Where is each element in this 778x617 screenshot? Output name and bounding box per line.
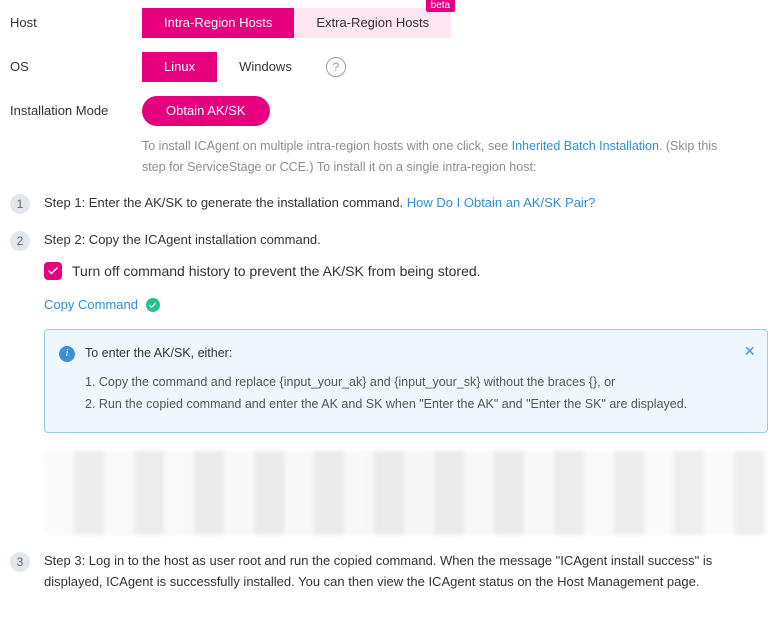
obtain-aksk-button[interactable]: Obtain AK/SK bbox=[142, 96, 270, 126]
command-code-block[interactable] bbox=[44, 451, 768, 535]
check-icon bbox=[47, 265, 59, 277]
host-toggle: Intra-Region Hosts Extra-Region Hosts be… bbox=[142, 8, 451, 38]
os-label: OS bbox=[10, 52, 142, 74]
history-checkbox[interactable] bbox=[44, 262, 62, 280]
aksk-help-link[interactable]: How Do I Obtain an AK/SK Pair? bbox=[407, 195, 596, 210]
os-linux-btn[interactable]: Linux bbox=[142, 52, 217, 82]
mode-hint: To install ICAgent on multiple intra-reg… bbox=[142, 136, 742, 179]
mode-label: Installation Mode bbox=[10, 96, 142, 118]
step1-body: Step 1: Enter the AK/SK to generate the … bbox=[44, 193, 768, 214]
inherited-batch-link[interactable]: Inherited Batch Installation bbox=[512, 139, 659, 153]
help-icon[interactable]: ? bbox=[326, 57, 346, 77]
history-checkbox-label: Turn off command history to prevent the … bbox=[72, 260, 481, 282]
step-number: 2 bbox=[10, 231, 30, 251]
os-windows-btn[interactable]: Windows bbox=[217, 52, 314, 82]
step-number: 1 bbox=[10, 194, 30, 214]
step-number: 3 bbox=[10, 552, 30, 572]
close-icon[interactable]: × bbox=[744, 342, 755, 360]
step3-body: Step 3: Log in to the host as user root … bbox=[44, 551, 768, 593]
info-card: × i To enter the AK/SK, either: 1. Copy … bbox=[44, 329, 768, 433]
host-intra-btn[interactable]: Intra-Region Hosts bbox=[142, 8, 294, 38]
info-icon: i bbox=[59, 346, 75, 362]
copy-command-link[interactable]: Copy Command bbox=[44, 295, 138, 316]
host-extra-btn[interactable]: Extra-Region Hosts bbox=[294, 8, 451, 38]
beta-badge: beta bbox=[426, 0, 455, 12]
os-toggle: Linux Windows bbox=[142, 52, 314, 82]
step2-title: Step 2: Copy the ICAgent installation co… bbox=[44, 230, 768, 251]
host-label: Host bbox=[10, 8, 142, 30]
success-icon bbox=[146, 298, 160, 312]
